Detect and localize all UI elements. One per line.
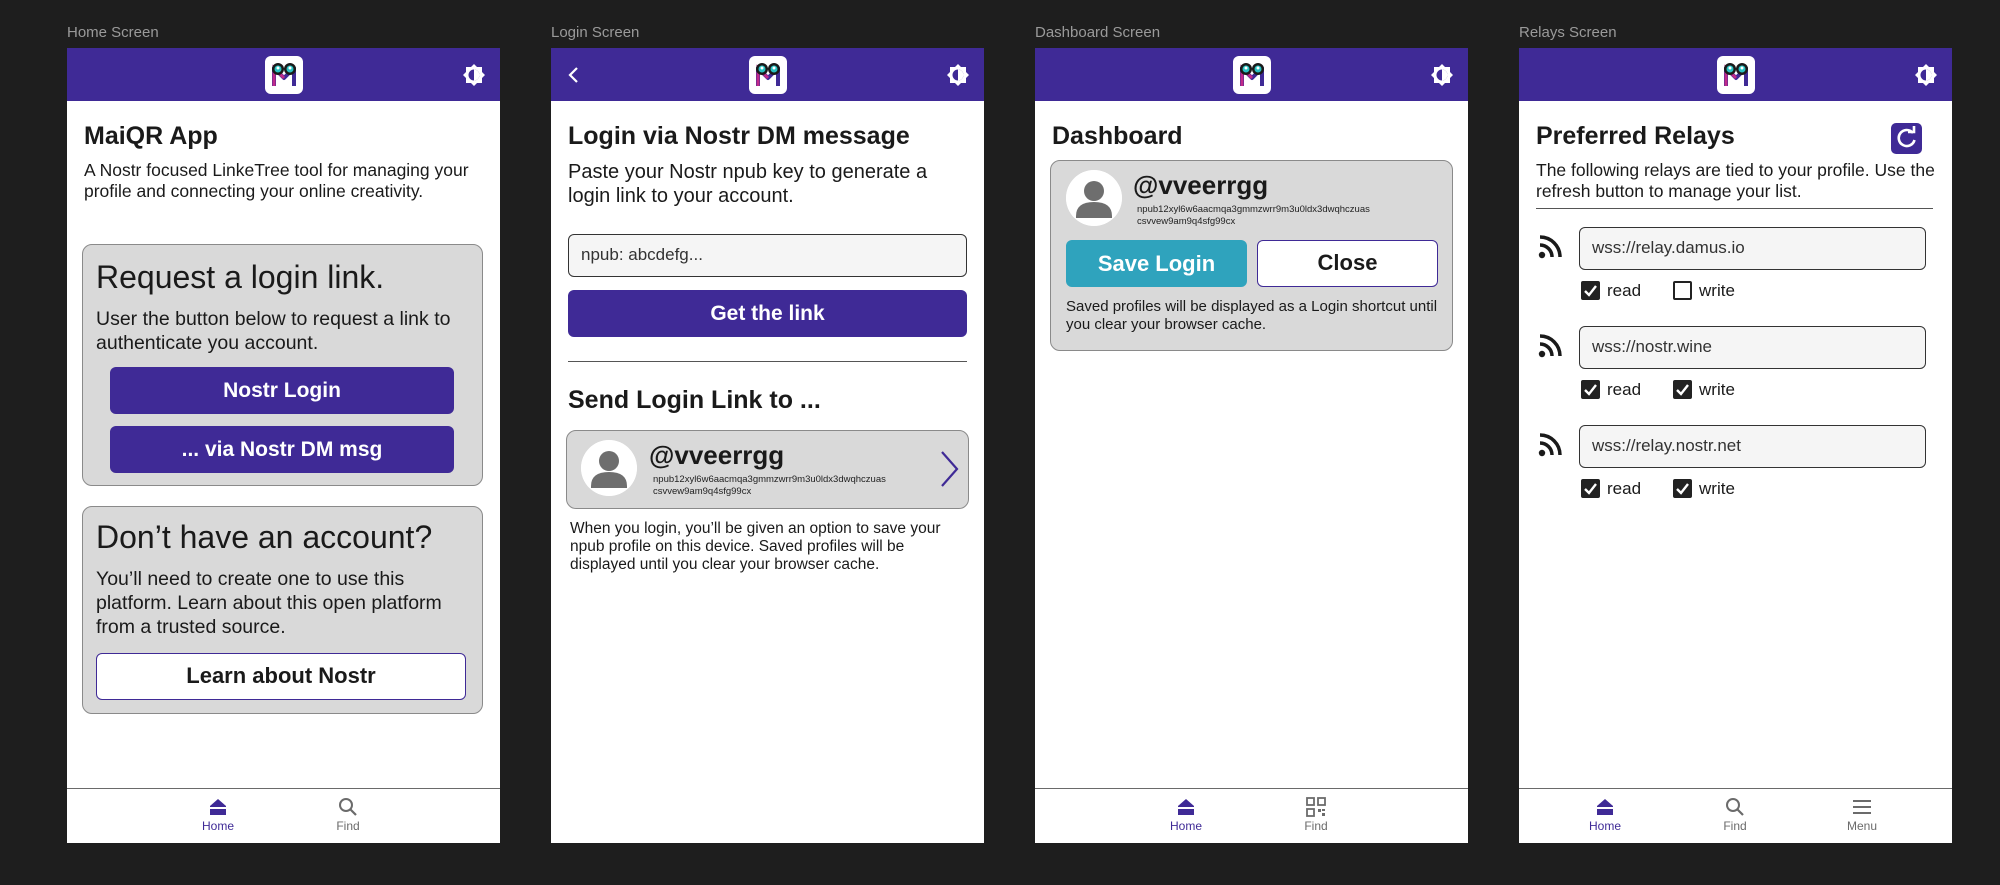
nav-home-label: Home <box>201 819 234 833</box>
top-bar <box>67 48 500 101</box>
rss-icon <box>1537 430 1565 458</box>
app-logo-icon[interactable] <box>1232 56 1271 94</box>
chevron-right-icon[interactable] <box>938 450 960 493</box>
close-button[interactable]: Close <box>1257 240 1438 287</box>
read-label: read <box>1607 380 1642 399</box>
nav-find-label: Find <box>1304 819 1328 833</box>
frame-label-relays: Relays Screen <box>1519 24 1617 41</box>
theme-toggle-icon[interactable] <box>946 63 970 87</box>
user-avatar-icon <box>1066 170 1122 226</box>
card-heading: Request a login link. <box>96 259 385 295</box>
save-note: Saved profiles will be displayed as a Lo… <box>1066 298 1438 333</box>
nav-home-label: Home <box>1169 819 1202 833</box>
divider <box>1536 208 1933 209</box>
profile-card[interactable]: @vveerrgg npub12xyl6w6aacmqa3gmmzwrr9m3u… <box>566 430 969 509</box>
bottom-nav: Home Find <box>1035 788 1468 843</box>
theme-toggle-icon[interactable] <box>1914 63 1938 87</box>
card-text: You’ll need to create one to use this pl… <box>96 568 442 638</box>
menu-icon <box>1852 797 1872 817</box>
read-checkbox[interactable] <box>1581 380 1600 399</box>
qr-code-icon <box>1306 797 1326 817</box>
rss-icon <box>1537 331 1565 359</box>
frame-label-home: Home Screen <box>67 24 159 41</box>
refresh-icon[interactable] <box>1891 123 1922 154</box>
read-checkbox[interactable] <box>1581 281 1600 300</box>
top-bar <box>551 48 984 101</box>
bottom-nav: Home Find <box>67 788 500 843</box>
card-heading: Don’t have an account? <box>96 519 433 555</box>
back-arrow-icon[interactable] <box>561 63 585 87</box>
write-checkbox[interactable] <box>1673 479 1692 498</box>
login-screen: Login via Nostr DM message Paste your No… <box>551 48 984 843</box>
read-label: read <box>1607 479 1642 498</box>
home-icon <box>1176 797 1196 817</box>
profile-card: @vveerrgg npub12xyl6w6aacmqa3gmmzwrr9m3u… <box>1050 160 1453 351</box>
relay-url-input[interactable]: wss://relay.nostr.net <box>1579 425 1926 468</box>
page-subtitle: Paste your Nostr npub key to generate a … <box>568 161 928 207</box>
nav-find-label: Find <box>336 819 360 833</box>
write-checkbox[interactable] <box>1673 380 1692 399</box>
get-link-button[interactable]: Get the link <box>568 290 967 337</box>
app-logo-icon[interactable] <box>1716 56 1755 94</box>
home-screen: MaiQR App A Nostr focused LinkeTree tool… <box>67 48 500 843</box>
save-login-button[interactable]: Save Login <box>1066 240 1247 287</box>
learn-about-nostr-button[interactable]: Learn about Nostr <box>96 653 466 700</box>
nav-find[interactable]: Find <box>1276 797 1356 833</box>
write-checkbox[interactable] <box>1673 281 1692 300</box>
page-title: MaiQR App <box>84 122 218 150</box>
home-icon <box>208 797 228 817</box>
top-bar <box>1519 48 1952 101</box>
relay-url-input[interactable]: wss://relay.damus.io <box>1579 227 1926 270</box>
relays-screen: Preferred Relays The following relays ar… <box>1519 48 1952 843</box>
nav-find[interactable]: Find <box>308 797 388 833</box>
no-account-card: Don’t have an account? You’ll need to cr… <box>82 506 483 714</box>
nav-home[interactable]: Home <box>178 797 258 833</box>
frame-label-login: Login Screen <box>551 24 640 41</box>
write-label: write <box>1699 479 1735 498</box>
app-logo-icon[interactable] <box>748 56 787 94</box>
read-label: read <box>1607 281 1642 300</box>
theme-toggle-icon[interactable] <box>462 63 486 87</box>
write-label: write <box>1699 281 1735 300</box>
request-login-card: Request a login link. User the button be… <box>82 244 483 486</box>
dashboard-screen: Dashboard @vveerrgg npub12xyl6w6aacmqa3g… <box>1035 48 1468 843</box>
relays-description: The following relays are tied to your pr… <box>1536 160 1935 201</box>
nostr-dm-login-button[interactable]: ... via Nostr DM msg <box>110 426 454 473</box>
rss-icon <box>1537 232 1565 260</box>
profile-handle: @vveerrgg <box>649 440 785 470</box>
frame-label-dashboard: Dashboard Screen <box>1035 24 1161 41</box>
search-icon <box>338 797 358 817</box>
card-text: User the button below to request a link … <box>96 308 451 354</box>
npub-input[interactable]: npub: abcdefg... <box>568 234 967 277</box>
top-bar <box>1035 48 1468 101</box>
relay-url-input[interactable]: wss://nostr.wine <box>1579 326 1926 369</box>
read-checkbox[interactable] <box>1581 479 1600 498</box>
nav-find[interactable]: Find <box>1695 797 1775 833</box>
send-heading: Send Login Link to ... <box>568 386 821 414</box>
profile-npub: npub12xyl6w6aacmqa3gmmzwrr9m3u0ldx3dwqhc… <box>653 474 886 497</box>
home-icon <box>1595 797 1615 817</box>
theme-toggle-icon[interactable] <box>1430 63 1454 87</box>
bottom-nav: Home Find Menu <box>1519 788 1952 843</box>
search-icon <box>1725 797 1745 817</box>
login-note: When you login, you’ll be given an optio… <box>570 520 941 573</box>
nostr-login-button[interactable]: Nostr Login <box>110 367 454 414</box>
nav-home[interactable]: Home <box>1565 797 1645 833</box>
divider <box>568 361 967 362</box>
nav-home-label: Home <box>1588 819 1621 833</box>
page-title: Dashboard <box>1052 122 1183 150</box>
write-label: write <box>1699 380 1735 399</box>
nav-find-label: Find <box>1723 819 1747 833</box>
profile-handle: @vveerrgg <box>1133 170 1269 200</box>
nav-home[interactable]: Home <box>1146 797 1226 833</box>
nav-menu-label: Menu <box>1846 819 1878 833</box>
page-title: Preferred Relays <box>1536 122 1735 150</box>
user-avatar-icon <box>581 440 637 496</box>
profile-npub: npub12xyl6w6aacmqa3gmmzwrr9m3u0ldx3dwqhc… <box>1137 204 1370 227</box>
app-description: A Nostr focused LinkeTree tool for manag… <box>84 160 469 201</box>
app-logo-icon[interactable] <box>264 56 303 94</box>
page-title: Login via Nostr DM message <box>568 122 910 150</box>
nav-menu[interactable]: Menu <box>1822 797 1902 833</box>
